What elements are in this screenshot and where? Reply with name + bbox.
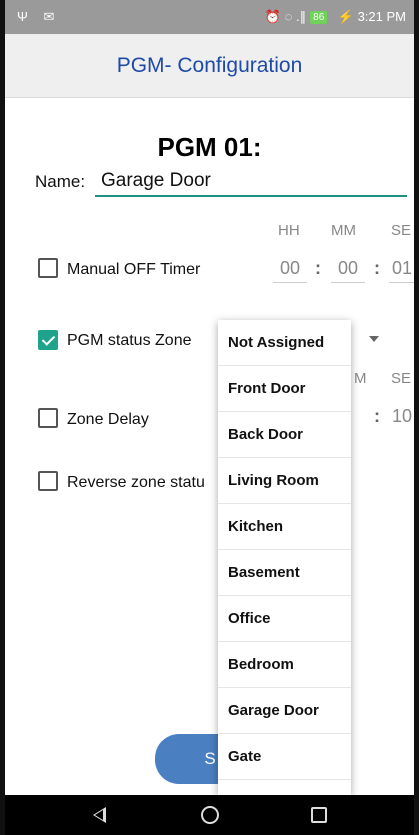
manual-timer-ss[interactable]: 01 — [389, 258, 414, 283]
app-title: PGM- Configuration — [116, 54, 303, 77]
system-icons: ⏰ ◌ .∥ — [264, 9, 307, 24]
home-icon[interactable] — [201, 806, 219, 824]
phone-screen: Ψ ✉ ⏰ ◌ .∥ 86 ⚡ 3:21 PM PGM- Configurati… — [0, 0, 419, 835]
colon-separator: : — [315, 258, 321, 278]
back-icon[interactable] — [93, 807, 106, 823]
navigation-bar — [5, 795, 414, 835]
manual-timer-mm[interactable]: 00 — [331, 258, 365, 283]
pgm-status-zone-label: PGM status Zone — [67, 332, 192, 349]
zone-delay-label: Zone Delay — [67, 411, 149, 428]
battery-icon: 86 — [310, 10, 328, 24]
dropdown-option[interactable]: Bedroom — [218, 642, 351, 688]
chevron-down-icon[interactable] — [369, 336, 379, 342]
ss-header: SE — [391, 222, 412, 239]
manual-off-timer-label: Manual OFF Timer — [67, 261, 201, 278]
app-bar: PGM- Configuration — [5, 34, 414, 98]
zone-delay-ss-header: SE — [391, 370, 412, 387]
zone-dropdown-menu: Not Assigned Front Door Back Door Living… — [218, 320, 351, 795]
dropdown-option[interactable]: Back Door — [218, 412, 351, 458]
dropdown-option[interactable]: Front Door — [218, 366, 351, 412]
colon-separator: : — [374, 258, 380, 278]
dropdown-option[interactable]: Living Room — [218, 458, 351, 504]
zone-delay-mm-header: M — [354, 370, 367, 387]
dropdown-option[interactable]: Not Assigned — [218, 320, 351, 366]
manual-timer-hh[interactable]: 00 — [273, 258, 307, 283]
mm-header: MM — [331, 222, 356, 239]
dropdown-option[interactable]: Gate — [218, 734, 351, 780]
dropdown-option[interactable]: Basement — [218, 550, 351, 596]
dropdown-option[interactable]: Garage Door — [218, 688, 351, 734]
zone-delay-checkbox[interactable] — [38, 408, 58, 428]
zone-delay-ss[interactable]: 10 — [389, 406, 414, 430]
dropdown-option[interactable]: Kitchen — [218, 504, 351, 550]
colon-separator: : — [374, 406, 380, 426]
dropdown-option[interactable]: Office — [218, 596, 351, 642]
hh-header: HH — [278, 222, 300, 239]
pgm-title: PGM 01: — [157, 132, 262, 162]
manual-off-timer-checkbox[interactable] — [38, 258, 58, 278]
name-label: Name: — [35, 172, 86, 191]
notification-icons: Ψ ✉ — [17, 9, 61, 24]
recent-apps-icon[interactable] — [311, 807, 327, 823]
save-button-label: S — [204, 749, 216, 768]
status-right: ⏰ ◌ .∥ 86 ⚡ 3:21 PM — [265, 9, 406, 25]
pgm-status-zone-checkbox[interactable] — [38, 330, 58, 350]
status-bar: Ψ ✉ ⏰ ◌ .∥ 86 ⚡ 3:21 PM — [5, 0, 414, 34]
name-field[interactable] — [95, 167, 407, 197]
reverse-zone-status-label: Reverse zone statu — [67, 474, 205, 491]
clock: ⚡ 3:21 PM — [331, 9, 406, 24]
reverse-zone-status-checkbox[interactable] — [38, 471, 58, 491]
